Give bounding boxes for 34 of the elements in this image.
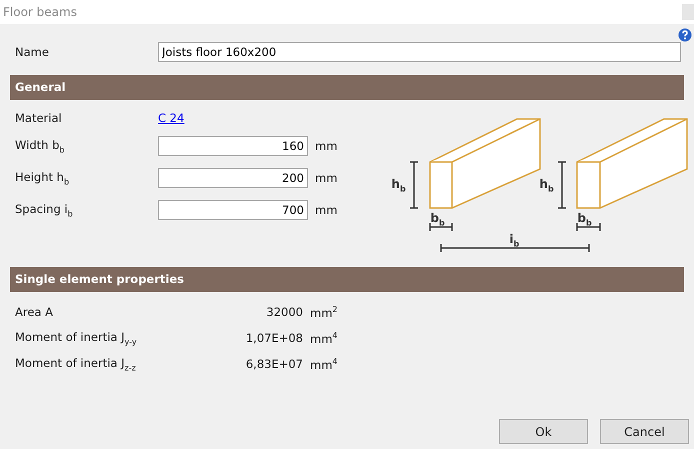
property-label: Moment of inertia J$_{y-y}$ — [15, 330, 138, 346]
property-value: 6,83E+07 — [244, 357, 303, 371]
cancel-button[interactable]: Cancel — [600, 419, 689, 444]
input-field[interactable]: 700 — [158, 200, 308, 220]
unit-label: mm$^{4}$ — [310, 330, 338, 346]
dimension-line — [558, 161, 568, 209]
ok-button[interactable]: Ok — [499, 419, 588, 444]
field-label: Width b$_{b}$ — [15, 138, 66, 154]
unit-label: mm$^{4}$ — [310, 356, 338, 372]
help-icon[interactable] — [678, 28, 692, 42]
property-value: 32000 — [265, 305, 303, 319]
dimension-line — [410, 161, 420, 209]
section-header: General — [10, 75, 684, 100]
unit-label: mm — [315, 203, 338, 217]
property-label: Area A — [15, 305, 54, 319]
dimension-label: b$_{b}$ — [430, 211, 445, 228]
dimension-label: h$_{b}$ — [539, 177, 554, 194]
unit-label: mm$^{2}$ — [310, 304, 338, 320]
unit-label: mm — [315, 171, 338, 185]
input-field[interactable]: 160 — [158, 136, 308, 156]
field-label: Spacing i$_{b}$ — [15, 202, 74, 218]
property-value: 1,07E+08 — [244, 331, 303, 345]
window-title: Floor beams — [3, 5, 77, 19]
input-field[interactable]: 200 — [158, 168, 308, 188]
property-label: Moment of inertia J$_{z-z}$ — [15, 356, 137, 372]
dimension-label: b$_{b}$ — [577, 211, 592, 228]
section-header: Single element properties — [10, 267, 684, 292]
field-label: Material — [15, 111, 63, 125]
field-label: Height h$_{b}$ — [15, 170, 70, 186]
dimension-label: i$_{b}$ — [509, 232, 520, 248]
unit-label: mm — [315, 139, 338, 153]
dimension-label: h$_{b}$ — [391, 177, 406, 194]
field-label: Name — [15, 45, 50, 59]
material-link[interactable]: C 24 — [158, 111, 184, 125]
